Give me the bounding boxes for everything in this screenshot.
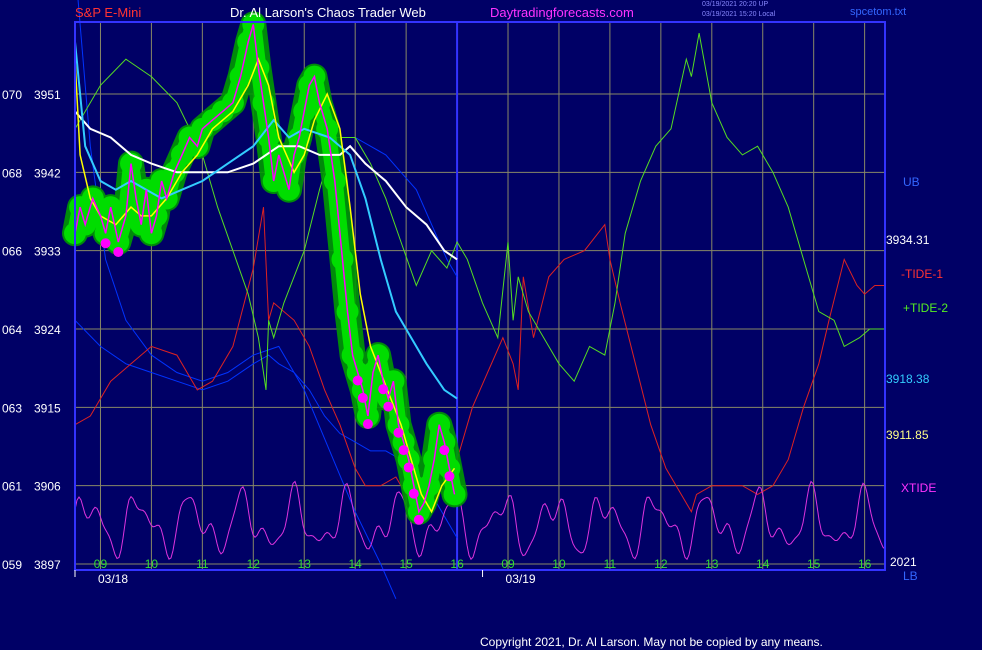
signal-dot — [100, 238, 111, 249]
date-label: 03/18 — [98, 572, 128, 586]
signal-dot — [362, 419, 373, 430]
file-name: spcetom.txt — [850, 6, 906, 18]
y-axis-ticks: 070 3951 068 3942 066 3933 064 3924 063 3915 061 39… — [2, 88, 61, 572]
x-tick-label: 12 — [654, 557, 668, 571]
y-tick-right-label: 3924 — [34, 323, 61, 337]
x-tick-label: 14 — [349, 557, 363, 571]
signal-dot — [403, 462, 414, 473]
x-tick-label: 14 — [756, 557, 770, 571]
y-tick-left-label: 068 — [2, 166, 22, 180]
site-link[interactable]: Daytradingforecasts.com — [490, 5, 634, 20]
instrument-label: S&P E-Mini — [75, 5, 141, 20]
signal-dot — [398, 445, 409, 456]
signal-dot — [439, 445, 450, 456]
x-axis-ticks: 09 10 11 12 13 14 15 16 09 10 11 12 13 14 15 16 03/18 03/… — [74, 557, 872, 586]
y-tick-right-label: 3906 — [34, 480, 61, 494]
x-tick-label: 13 — [705, 557, 719, 571]
x-tick-label: 15 — [399, 557, 413, 571]
x-tick-label: 15 — [807, 557, 821, 571]
y-tick-left-label: 061 — [2, 480, 22, 494]
tide-1-label: -TIDE-1 — [901, 267, 943, 281]
signal-dot — [113, 246, 124, 257]
y-tick-left-label: 066 — [2, 245, 22, 259]
y-tick-right-label: 3897 — [34, 558, 61, 572]
y-tick-left-label: 063 — [2, 401, 22, 415]
series-tide2 — [74, 33, 885, 390]
copyright-text: Copyright 2021, Dr. Al Larson. May not b… — [480, 635, 823, 649]
chart-canvas: 070 3951 068 3942 066 3933 064 3924 063 3915 061 39… — [2, 0, 948, 649]
page-title: Dr. Al Larson's Chaos Trader Web — [230, 5, 426, 20]
signal-dot — [393, 427, 404, 438]
ub-label: UB — [903, 175, 920, 189]
date-label: 03/19 — [506, 572, 536, 586]
y-tick-left-label: 064 — [2, 323, 22, 337]
x-tick-label: 09 — [94, 557, 108, 571]
x-tick-label: 16 — [858, 557, 872, 571]
x-tick-label: 12 — [247, 557, 261, 571]
series-tide1 — [74, 207, 885, 514]
y-tick-left-label: 070 — [2, 88, 22, 102]
signal-dot — [357, 392, 368, 403]
value-label-3: 3911.85 — [886, 428, 929, 442]
y-tick-left-label: 059 — [2, 558, 22, 572]
signal-dot — [378, 384, 389, 395]
signal-dot — [408, 488, 419, 499]
signal-dot — [413, 514, 424, 525]
y-tick-right-label: 3942 — [34, 166, 61, 180]
xtide-wave-line — [74, 480, 886, 561]
tide-2-label: +TIDE-2 — [903, 301, 948, 315]
year-label: 2021 — [890, 555, 917, 569]
signal-dot — [444, 471, 455, 482]
lb-label: LB — [903, 569, 918, 583]
y-tick-right-label: 3933 — [34, 245, 61, 259]
xtide-wave — [74, 480, 886, 561]
xtide-label: XTIDE — [901, 481, 936, 495]
x-tick-label: 11 — [196, 557, 209, 571]
stamp-line-1: 03/19/2021 20:20 UP — [702, 1, 768, 8]
signal-dot — [352, 375, 363, 386]
value-label-2: 3918.38 — [886, 372, 930, 386]
x-tick-label: 10 — [552, 557, 566, 571]
stamp-line-2: 03/19/2021 15:20 Local — [702, 11, 776, 18]
value-label-1: 3934.31 — [886, 233, 930, 247]
x-tick-label: 11 — [604, 557, 617, 571]
tide-lines — [74, 33, 885, 514]
x-tick-label: 10 — [145, 557, 159, 571]
x-tick-label: 16 — [450, 557, 464, 571]
x-tick-label: 09 — [501, 557, 515, 571]
y-tick-right-label: 3915 — [34, 401, 61, 415]
signal-dot — [383, 401, 394, 412]
y-tick-right-label: 3951 — [34, 88, 61, 102]
x-tick-label: 13 — [298, 557, 312, 571]
